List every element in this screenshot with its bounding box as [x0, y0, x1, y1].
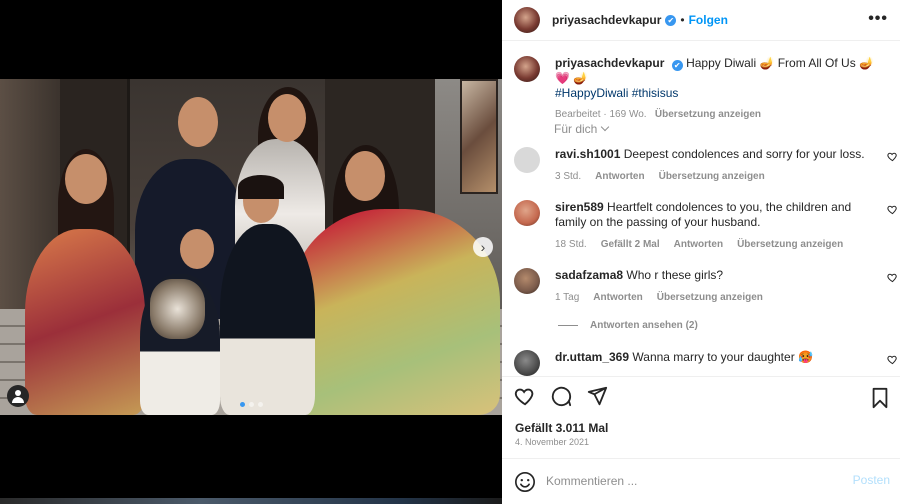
- comment-filter-dropdown[interactable]: Für dich: [554, 122, 610, 136]
- comment-text: Wanna marry to your daughter 🥵: [632, 350, 813, 364]
- author-avatar[interactable]: [514, 7, 540, 33]
- verified-badge-icon: ✔: [671, 60, 683, 71]
- comment-age: 1 Tag: [555, 292, 580, 303]
- comment-meta: 18 Std. Gefällt 2 Mal Antworten Übersetz…: [555, 237, 865, 252]
- action-row: [514, 385, 608, 407]
- photo-person: [25, 229, 145, 415]
- comment-filter-label: Für dich: [554, 122, 598, 136]
- follow-button[interactable]: Folgen: [689, 13, 728, 27]
- comments-list[interactable]: priyasachdevkapur ✔ Happy Diwali 🪔 From …: [502, 42, 900, 376]
- header-separator: •: [680, 13, 685, 27]
- background-strip: [0, 498, 502, 504]
- comment-item: dr.uttam_369 Wanna marry to your daughte…: [514, 350, 900, 376]
- comment-username[interactable]: sadafzama8: [555, 268, 623, 282]
- comment-username[interactable]: dr.uttam_369: [555, 350, 629, 364]
- comment-username[interactable]: siren589: [555, 200, 604, 214]
- meta-separator: ·: [603, 109, 607, 120]
- comment-translate-link[interactable]: Übersetzung anzeigen: [657, 290, 763, 305]
- comment-item: sadafzama8 Who r these girls? 1 Tag Antw…: [514, 268, 900, 305]
- emoji-icon[interactable]: [514, 471, 536, 493]
- carousel-next-button[interactable]: ›: [473, 237, 493, 257]
- caption-meta: Bearbeitet · 169 Wo. Übersetzung anzeige…: [555, 107, 884, 122]
- photo-person-hair: [238, 175, 284, 199]
- post-actions: Gefällt 3.011 Mal 4. November 2021: [502, 376, 900, 458]
- comment-body: sadafzama8 Who r these girls? 1 Tag Antw…: [555, 268, 865, 305]
- photo-dog: [150, 279, 205, 339]
- media-pane: ›: [0, 0, 502, 504]
- comment-icon[interactable]: [550, 385, 572, 407]
- comment-reply-button[interactable]: Antworten: [593, 290, 642, 305]
- author-username[interactable]: priyasachdevkapur: [552, 13, 661, 27]
- comment-item: ravi.sh1001 Deepest condolences and sorr…: [514, 147, 900, 184]
- caption-avatar[interactable]: [514, 56, 540, 82]
- comment-age: 18 Std.: [555, 239, 587, 250]
- comment-likes-count[interactable]: Gefällt 2 Mal: [601, 237, 660, 252]
- comment-avatar[interactable]: [514, 268, 540, 294]
- post-header: priyasachdevkapur ✔ • Folgen •••: [502, 0, 900, 41]
- photo-painting: [460, 79, 498, 194]
- comment-text: Deepest condolences and sorry for your l…: [623, 147, 865, 161]
- comment-body: dr.uttam_369 Wanna marry to your daughte…: [555, 350, 865, 365]
- comment-like-heart-icon[interactable]: [887, 272, 898, 283]
- caption-translate-link[interactable]: Übersetzung anzeigen: [655, 109, 761, 120]
- more-options-icon[interactable]: •••: [868, 10, 888, 28]
- comment-username[interactable]: ravi.sh1001: [555, 147, 620, 161]
- comment-input[interactable]: [546, 470, 836, 492]
- view-replies-label: Antworten ansehen (2): [590, 320, 698, 331]
- photo-person: [220, 224, 315, 415]
- photo-person-head: [268, 94, 306, 142]
- view-replies-button[interactable]: Antworten ansehen (2): [558, 320, 698, 331]
- caption-age: 169 Wo.: [609, 109, 647, 120]
- replies-divider: [558, 325, 578, 326]
- caption-body: priyasachdevkapur ✔ Happy Diwali 🪔 From …: [555, 56, 884, 122]
- carousel-dot: [249, 402, 254, 407]
- comment-reply-button[interactable]: Antworten: [595, 169, 644, 184]
- caption-edited: Bearbeitet: [555, 109, 601, 120]
- comment-avatar[interactable]: [514, 200, 540, 226]
- comment-like-heart-icon[interactable]: [887, 354, 898, 365]
- bookmark-icon[interactable]: [870, 387, 890, 409]
- comment-body: siren589 Heartfelt condolences to you, t…: [555, 200, 865, 252]
- comment-translate-link[interactable]: Übersetzung anzeigen: [737, 237, 843, 252]
- post-photo[interactable]: [0, 79, 502, 415]
- user-tag-icon[interactable]: [7, 385, 29, 407]
- photo-person-head: [65, 154, 107, 204]
- comment-like-heart-icon[interactable]: [887, 204, 898, 215]
- carousel-dot: [240, 402, 245, 407]
- photo-person-head: [178, 97, 218, 147]
- comment-item: siren589 Heartfelt condolences to you, t…: [514, 200, 900, 252]
- comment-age: 3 Std.: [555, 171, 582, 182]
- post-date[interactable]: 4. November 2021: [515, 437, 589, 447]
- comment-avatar[interactable]: [514, 147, 540, 173]
- share-icon[interactable]: [586, 385, 608, 407]
- comment-text: Who r these girls?: [626, 268, 724, 282]
- likes-count[interactable]: Gefällt 3.011 Mal: [515, 421, 608, 435]
- comment-reply-button[interactable]: Antworten: [674, 237, 723, 252]
- post-side-panel: priyasachdevkapur ✔ • Folgen ••• priyasa…: [502, 0, 900, 504]
- comment-translate-link[interactable]: Übersetzung anzeigen: [659, 169, 765, 184]
- heart-icon[interactable]: [514, 385, 536, 407]
- comment-avatar[interactable]: [514, 350, 540, 376]
- comment-body: ravi.sh1001 Deepest condolences and sorr…: [555, 147, 865, 184]
- carousel-dot: [258, 402, 263, 407]
- caption-hashtags[interactable]: #HappyDiwali #thisisus: [555, 86, 678, 100]
- comment-composer: Posten: [502, 458, 900, 504]
- photo-person-head: [345, 151, 385, 201]
- post-comment-button[interactable]: Posten: [853, 473, 890, 487]
- comment-meta: 1 Tag Antworten Übersetzung anzeigen: [555, 290, 865, 305]
- post-caption: priyasachdevkapur ✔ Happy Diwali 🪔 From …: [514, 56, 884, 122]
- photo-person-head: [180, 229, 214, 269]
- caption-username[interactable]: priyasachdevkapur: [555, 56, 664, 70]
- chevron-down-icon: [601, 122, 610, 132]
- comment-like-heart-icon[interactable]: [887, 151, 898, 162]
- verified-badge-icon: ✔: [665, 14, 677, 26]
- comment-meta: 3 Std. Antworten Übersetzung anzeigen: [555, 169, 865, 184]
- photo-person: [290, 209, 500, 415]
- carousel-dots: [240, 402, 263, 407]
